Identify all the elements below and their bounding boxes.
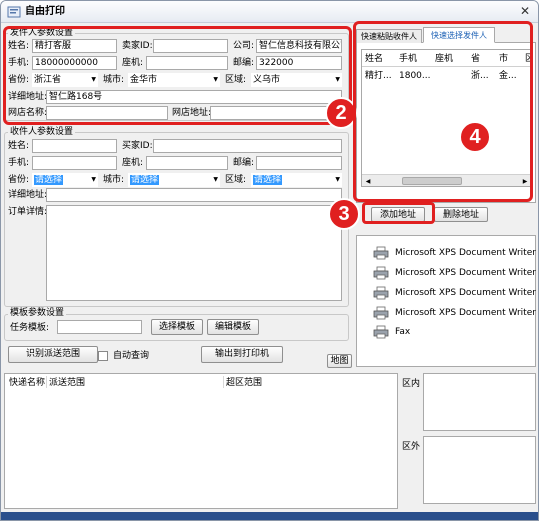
printer-name: Microsoft XPS Document Writer P: [395, 288, 539, 298]
printer-item[interactable]: Fax: [373, 323, 533, 341]
result-table: 快递名称 派送范围 超区范围: [4, 373, 398, 509]
column-divider: [223, 376, 224, 388]
receiver-mobile-label: 手机:: [8, 158, 30, 168]
title-bar: 自由打印 ✕: [1, 1, 538, 23]
printer-item[interactable]: Microsoft XPS Document Writer: [373, 304, 536, 322]
chevron-down-icon: ▼: [91, 176, 96, 183]
receiver-phone-label: 座机:: [122, 158, 144, 168]
receiver-zip-input[interactable]: [256, 156, 342, 170]
printer-name: Fax: [395, 327, 411, 337]
printer-name: Microsoft XPS Document Writer P: [395, 248, 539, 258]
edit-template-button[interactable]: 编辑模板: [207, 319, 259, 335]
column-divider: [46, 376, 47, 388]
result-col-header: 快递名称: [9, 378, 46, 388]
inside-area-box[interactable]: [423, 373, 536, 431]
receiver-district-label: 区域:: [225, 175, 247, 185]
outside-area-label: 区外: [402, 442, 421, 452]
receiver-zip-label: 邮编:: [233, 158, 255, 168]
task-template-label: 任务模板:: [10, 323, 50, 333]
chevron-down-icon: ▼: [335, 176, 340, 183]
result-col-header: 派送范围: [49, 378, 86, 388]
outside-area-box[interactable]: [423, 436, 536, 504]
identify-range-button[interactable]: 识别派送范围: [8, 346, 98, 363]
receiver-buyer-id-input[interactable]: [153, 139, 342, 153]
receiver-city-label: 城市:: [103, 175, 125, 185]
printer-icon: [373, 306, 389, 320]
chevron-down-icon: ▼: [213, 176, 218, 183]
printer-icon: [373, 266, 389, 280]
printer-item[interactable]: Microsoft XPS Document Writer P: [373, 264, 538, 282]
annotation-sender-highlight: [3, 26, 352, 125]
receiver-buyer-id-label: 买家ID:: [122, 141, 153, 151]
receiver-address-label: 详细地址:: [8, 190, 48, 200]
close-icon[interactable]: ✕: [517, 4, 533, 19]
inside-area-label: 区内: [402, 379, 421, 389]
taskbar-strip: [1, 512, 538, 520]
annotation-add-address-highlight: [362, 202, 435, 224]
receiver-mobile-input[interactable]: [32, 156, 117, 170]
receiver-name-label: 姓名:: [8, 141, 30, 151]
receiver-district-select[interactable]: 请选择 ▼: [251, 173, 342, 187]
printer-name: Microsoft XPS Document Writer P: [395, 268, 539, 278]
receiver-name-input[interactable]: [32, 139, 117, 153]
app-window: 自由打印 ✕ 发件人参数设置 姓名: 精打客服 卖家ID: 公司: 智仁信息科技…: [0, 0, 539, 521]
select-template-button[interactable]: 选择模板: [151, 319, 203, 335]
receiver-group-title: 收件人参数设置: [8, 127, 76, 137]
order-detail-textarea[interactable]: [46, 205, 342, 301]
printer-item[interactable]: Microsoft XPS Document Writer P: [373, 284, 538, 302]
printer-name: Microsoft XPS Document Writer: [395, 308, 536, 318]
annotation-tab-highlight: [353, 21, 533, 202]
delete-address-button[interactable]: 删除地址: [434, 207, 488, 222]
order-detail-label: 订单详情:: [8, 207, 48, 217]
receiver-city-select[interactable]: 请选择 ▼: [128, 173, 220, 187]
auto-query-label: 自动查询: [113, 351, 150, 361]
result-col-header: 超区范围: [226, 378, 263, 388]
receiver-province-label: 省份:: [8, 175, 30, 185]
auto-query-checkbox[interactable]: [98, 351, 108, 361]
receiver-address-input[interactable]: [46, 188, 342, 202]
window-title: 自由打印: [25, 6, 65, 17]
printer-icon: [373, 246, 389, 260]
receiver-province-select[interactable]: 请选择 ▼: [32, 173, 98, 187]
annotation-badge-3: 3: [328, 198, 360, 230]
print-output-button[interactable]: 输出到打印机: [201, 346, 283, 363]
annotation-badge-4: 4: [459, 121, 491, 153]
identify-range-label: 识别派送范围: [25, 349, 80, 359]
printer-item[interactable]: Microsoft XPS Document Writer P: [373, 244, 538, 262]
printer-icon: [373, 286, 389, 300]
task-template-input[interactable]: [57, 320, 142, 334]
template-group-title: 模板参数设置: [8, 308, 67, 318]
map-button[interactable]: 地图: [327, 354, 352, 368]
app-icon: [7, 6, 21, 18]
fax-icon: [373, 325, 389, 339]
receiver-phone-input[interactable]: [146, 156, 228, 170]
